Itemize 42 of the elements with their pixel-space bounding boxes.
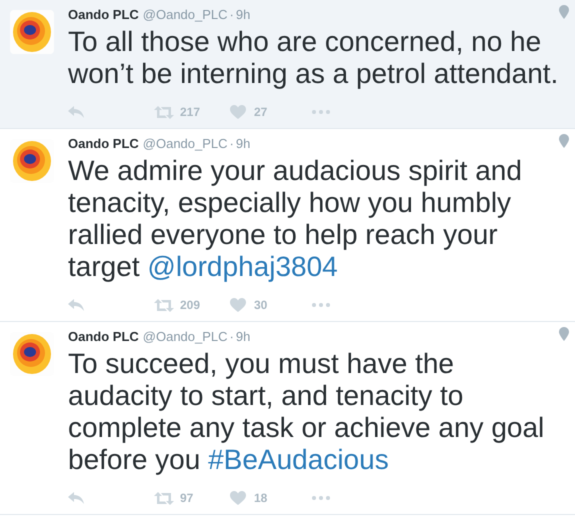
retweet-count: 217 [180, 105, 200, 119]
account-name[interactable]: Oando PLC [68, 328, 139, 346]
tweet-text: To succeed, you must have the audacity to start, and tenacity to complete any task or achieve any goal before you #BeAudacious [68, 348, 546, 476]
separator-dot: · [230, 6, 234, 24]
avatar-logo[interactable] [10, 10, 54, 54]
like-count: 30 [254, 298, 268, 312]
reply-icon[interactable] [68, 299, 84, 311]
heart-icon[interactable] [230, 105, 246, 119]
tweet-card[interactable]: Oando PLC @Oando_PLC·9h To all those who are concerned, no he won’t be interning as a petrol attendant. 217 27 [0, 0, 575, 129]
heart-icon[interactable] [230, 298, 246, 312]
account-handle[interactable]: @Oando_PLC [142, 135, 228, 153]
reply-icon[interactable] [68, 106, 84, 118]
timestamp[interactable]: 9h [236, 6, 250, 24]
more-icon[interactable] [312, 303, 330, 307]
account-handle[interactable]: @Oando_PLC [142, 328, 228, 346]
more-icon[interactable] [312, 110, 330, 114]
tweet-link[interactable]: #BeAudacious [208, 444, 389, 475]
like-count: 27 [254, 105, 268, 119]
account-name[interactable]: Oando PLC [68, 6, 139, 24]
avatar-logo[interactable] [10, 332, 54, 376]
separator-dot: · [230, 328, 234, 346]
location-pin-icon[interactable] [559, 134, 569, 148]
more-icon[interactable] [312, 496, 330, 500]
like-count: 18 [254, 491, 268, 505]
timestamp[interactable]: 9h [236, 135, 250, 153]
heart-icon[interactable] [230, 491, 246, 505]
timestamp[interactable]: 9h [236, 328, 250, 346]
tweet-link[interactable]: @lordphaj3804 [147, 251, 338, 282]
retweet-count: 97 [180, 491, 194, 505]
reply-icon[interactable] [68, 492, 84, 504]
avatar-logo[interactable] [10, 139, 54, 183]
account-handle[interactable]: @Oando_PLC [142, 6, 228, 24]
separator-dot: · [230, 135, 234, 153]
account-name[interactable]: Oando PLC [68, 135, 139, 153]
retweet-icon[interactable] [154, 106, 174, 118]
location-pin-icon[interactable] [559, 327, 569, 341]
location-pin-icon[interactable] [559, 5, 569, 19]
retweet-icon[interactable] [154, 492, 174, 504]
tweet-text: We admire your audacious spirit and tenacity, especially how you humbly rallied everyone to help reach your target @lordphaj3804 [68, 155, 523, 283]
tweet-text: To all those who are concerned, no he won’t be interning as a petrol attendant. [68, 26, 560, 90]
retweet-icon[interactable] [154, 298, 174, 312]
retweet-count: 209 [180, 298, 200, 312]
